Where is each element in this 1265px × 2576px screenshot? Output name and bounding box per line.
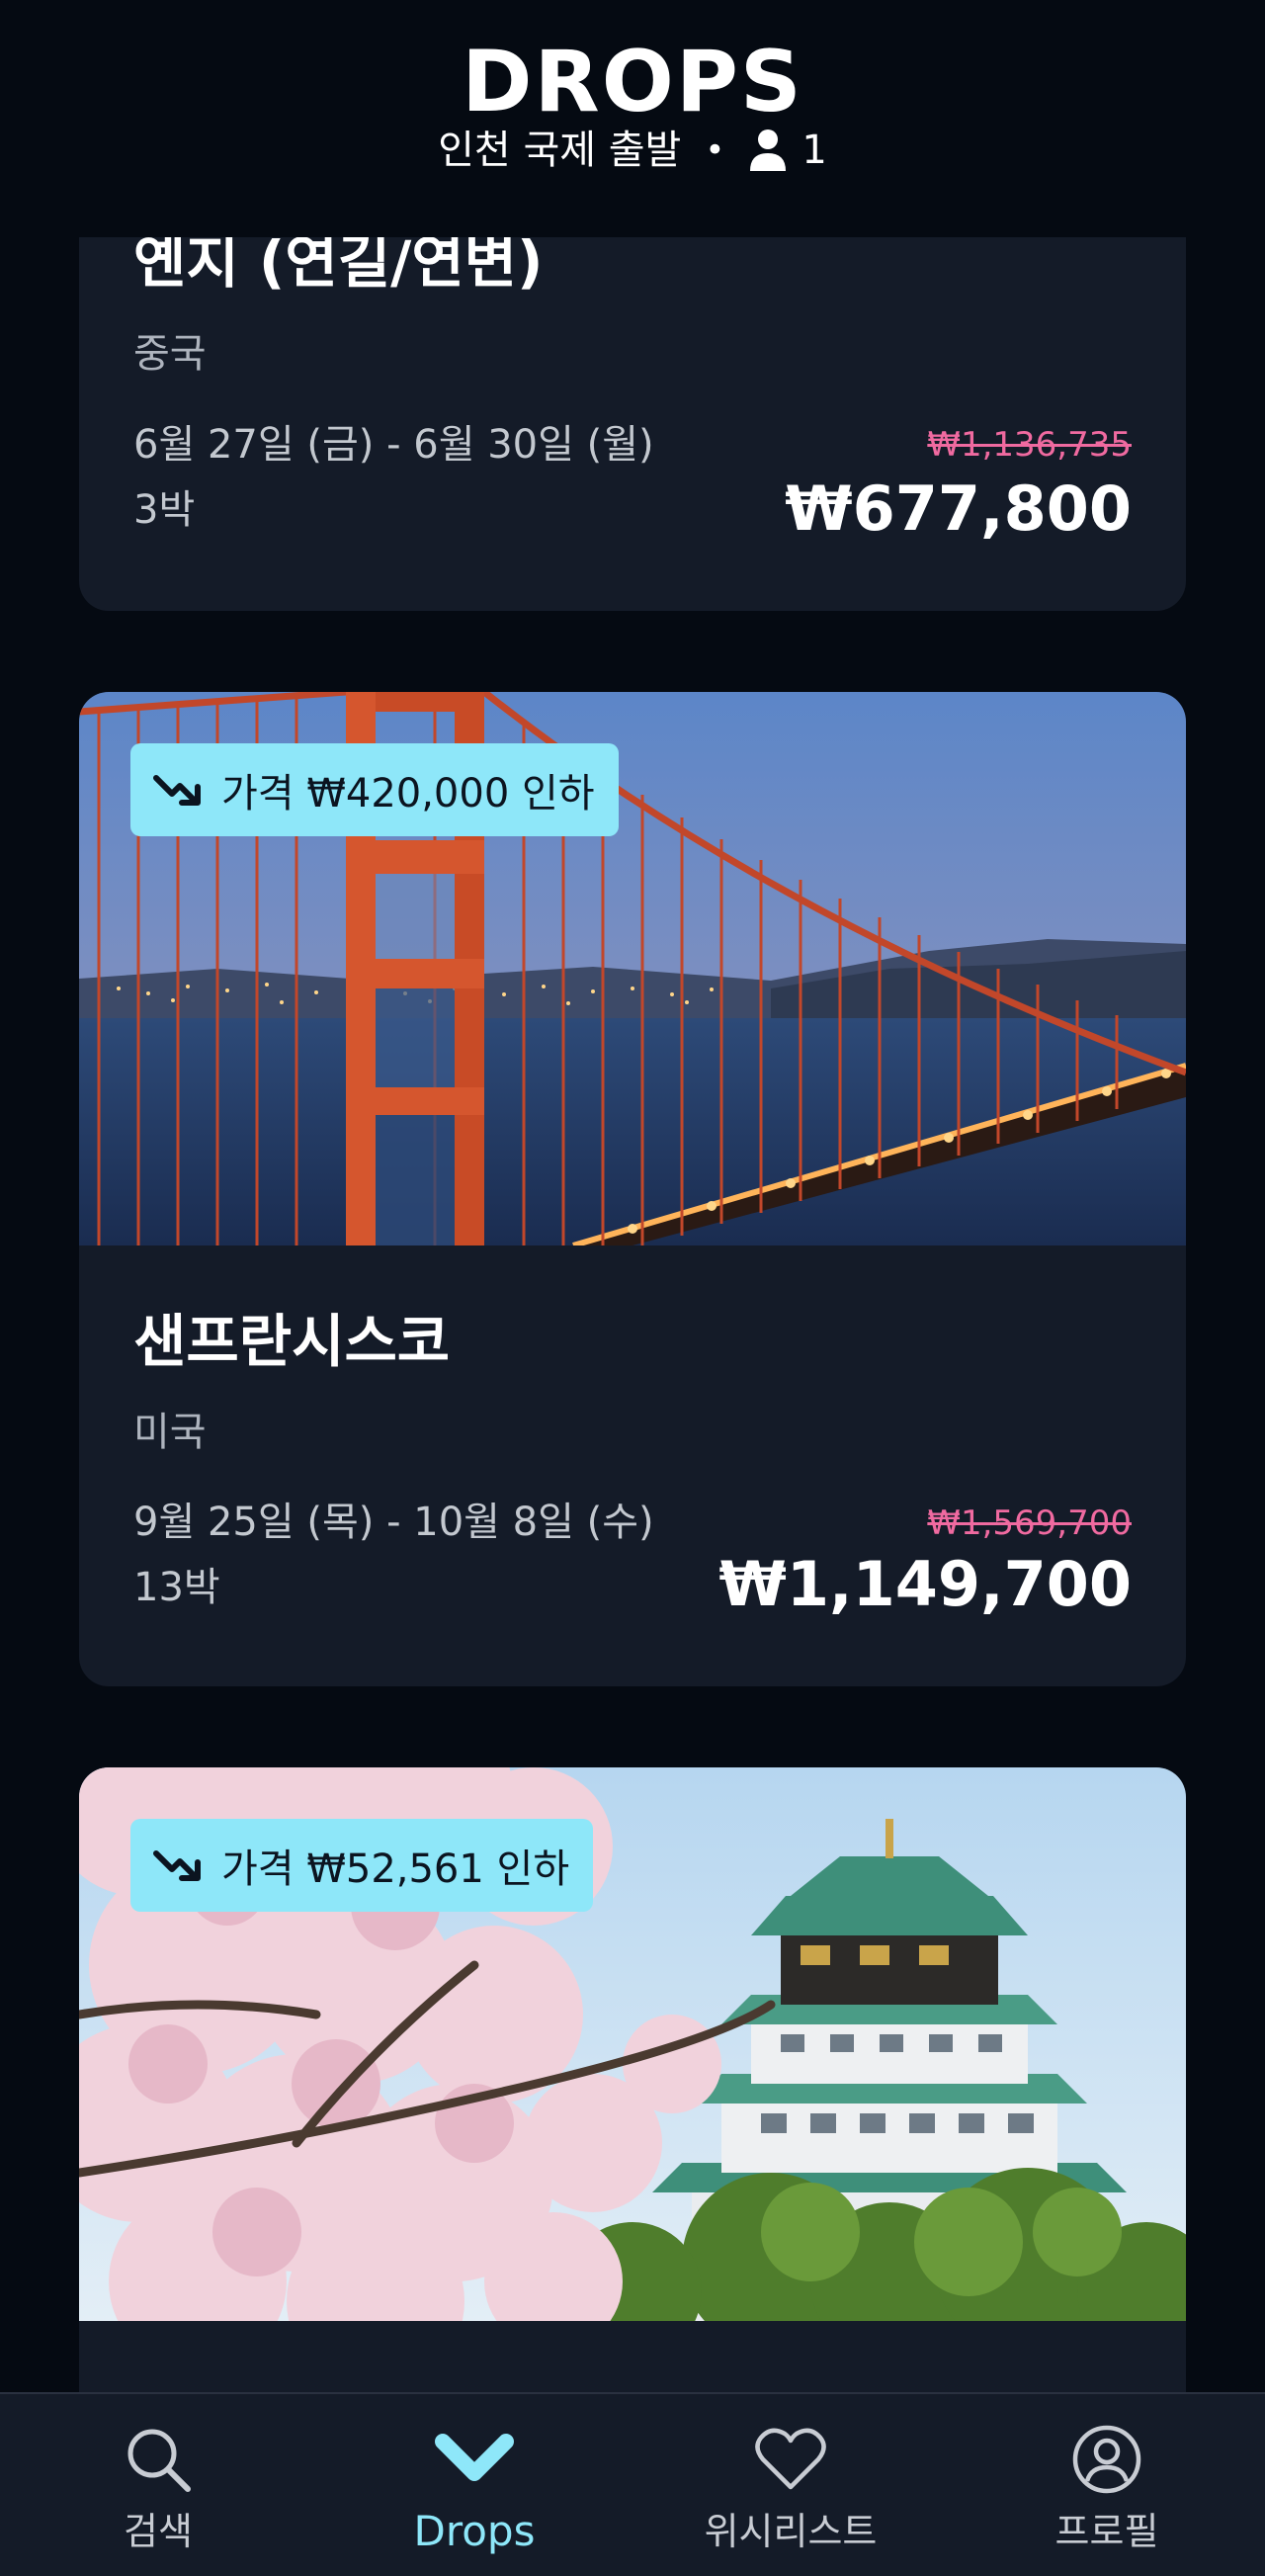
trip-dates: 6월 27일 (금) - 6월 30일 (월) — [133, 422, 654, 468]
person-icon — [750, 129, 787, 171]
price-drop-text: 가격 ₩52,561 인하 — [221, 1846, 570, 1892]
nav-item-profile[interactable]: 프로필 — [949, 2394, 1265, 2576]
price-drop-badge: 가격 ₩52,561 인하 — [130, 1819, 594, 1912]
nav-label-search: 검색 — [124, 2510, 193, 2553]
nav-item-wishlist[interactable]: 위시리스트 — [632, 2394, 949, 2576]
price-drop-text: 가격 ₩420,000 인하 — [221, 771, 595, 816]
nav-item-drops[interactable]: Drops — [316, 2394, 632, 2576]
deal-card-yanji[interactable]: 옌지 (연길/연변) 중국 6월 27일 (금) - 6월 30일 (월) 3박… — [79, 227, 1186, 611]
drops-screen: 옌지 (연길/연변) 중국 6월 27일 (금) - 6월 30일 (월) 3박… — [0, 0, 1265, 2576]
departure-info[interactable]: 인천 국제 출발 • 1 — [0, 123, 1265, 178]
destination-photo-golden-gate: 가격 ₩420,000 인하 — [79, 692, 1186, 1245]
deal-card-osaka[interactable]: 가격 ₩52,561 인하 — [79, 1767, 1186, 2459]
sale-price: ₩1,149,700 — [718, 1548, 1132, 1620]
bottom-nav: 검색 Drops 위시리스트 프로필 — [0, 2392, 1265, 2576]
trip-dates: 9월 25일 (목) - 10월 8일 (수) — [133, 1500, 654, 1545]
destination-photo-osaka-castle: 가격 ₩52,561 인하 — [79, 1767, 1186, 2321]
price-drop-badge: 가격 ₩420,000 인하 — [130, 743, 619, 836]
destination-title: 옌지 (연길/연변) — [133, 228, 544, 296]
separator-dot: • — [705, 130, 725, 170]
nav-label-wishlist: 위시리스트 — [704, 2510, 878, 2553]
heart-icon — [755, 2428, 826, 2490]
nav-item-search[interactable]: 검색 — [0, 2394, 316, 2576]
departure-origin: 인천 국제 출발 — [438, 128, 682, 173]
drops-logo: DROPS — [462, 33, 803, 131]
deal-card-san-francisco[interactable]: 가격 ₩420,000 인하 샌프란시스코 미국 9월 25일 (목) - 10… — [79, 692, 1186, 1686]
destination-country: 미국 — [133, 1410, 207, 1455]
profile-icon — [1072, 2425, 1141, 2494]
trend-down-icon — [153, 1850, 201, 1881]
destination-country: 중국 — [133, 331, 207, 377]
trend-down-icon — [153, 775, 201, 806]
chevron-down-icon — [435, 2434, 514, 2481]
trip-nights: 3박 — [133, 487, 196, 533]
sale-price: ₩677,800 — [785, 472, 1132, 545]
nav-label-profile: 프로필 — [1054, 2510, 1159, 2553]
traveler-count: 1 — [801, 128, 827, 173]
original-price: ₩1,569,700 — [927, 1503, 1132, 1543]
destination-title: 샌프란시스코 — [133, 1308, 451, 1375]
trip-nights: 13박 — [133, 1565, 220, 1610]
original-price: ₩1,136,735 — [927, 425, 1132, 465]
search-icon — [127, 2429, 191, 2492]
nav-label-drops: Drops — [413, 2507, 536, 2555]
app-header: DROPS 인천 국제 출발 • 1 — [0, 0, 1265, 237]
